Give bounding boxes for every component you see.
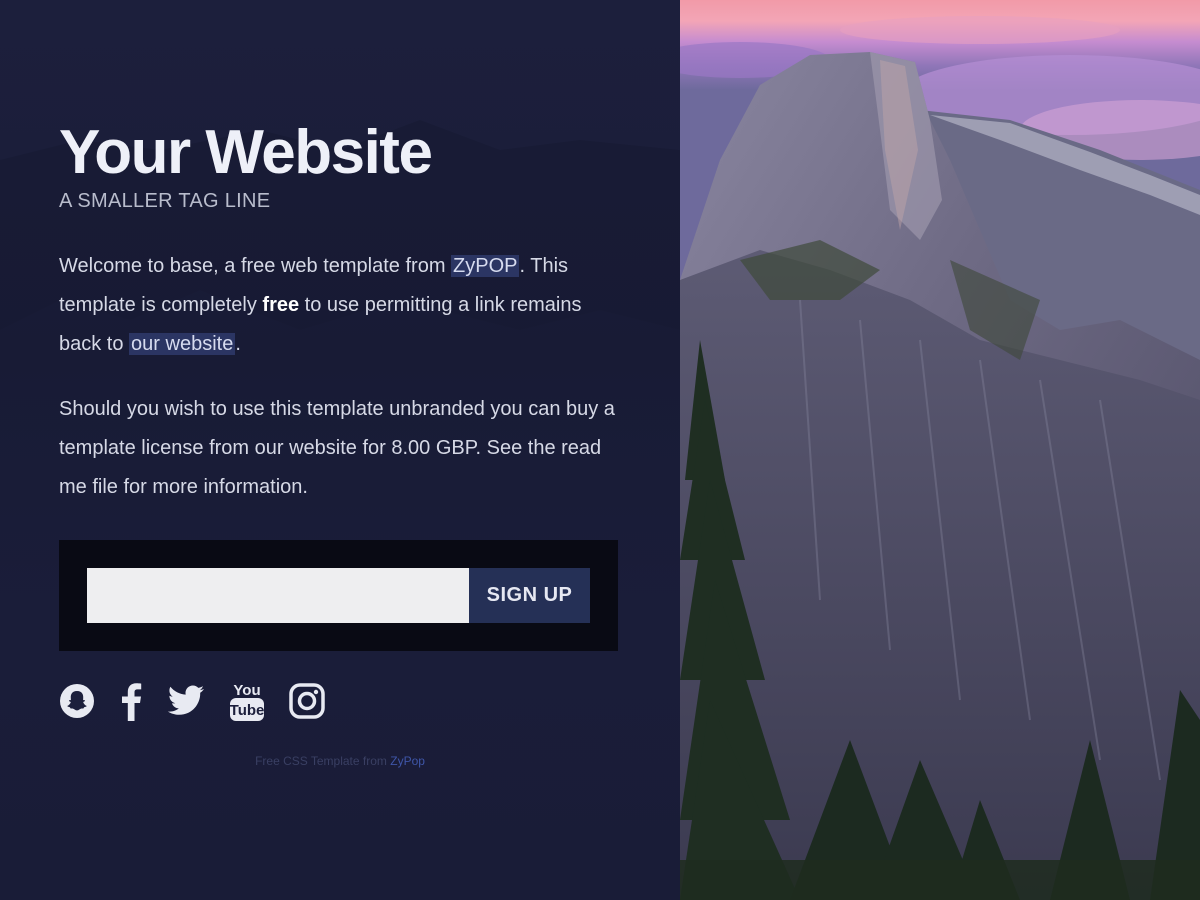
- site-tagline: A SMALLER TAG LINE: [59, 190, 271, 212]
- youtube-icon-text-bottom: Tube: [230, 702, 265, 719]
- signup-form: SIGN UP: [59, 540, 618, 651]
- hero-photo-half-dome: [680, 0, 1200, 900]
- left-panel: Your Website A SMALLER TAG LINE Welcome …: [0, 0, 680, 900]
- facebook-icon[interactable]: [119, 680, 143, 722]
- email-input[interactable]: [87, 568, 469, 623]
- instagram-icon[interactable]: [289, 680, 325, 722]
- snapchat-icon[interactable]: [59, 680, 95, 722]
- zypop-link[interactable]: ZyPOP: [451, 255, 520, 277]
- free-bold-text: free: [262, 294, 300, 316]
- mountain-photo-illustration: [680, 0, 1200, 900]
- sign-up-button[interactable]: SIGN UP: [469, 568, 590, 623]
- footer-zypop-link[interactable]: ZyPop: [390, 754, 425, 768]
- twitter-icon[interactable]: [167, 680, 205, 722]
- site-title: Your Website: [59, 118, 433, 187]
- intro-text-4: .: [235, 333, 241, 355]
- youtube-icon-text-top: You: [233, 682, 260, 699]
- license-paragraph: Should you wish to use this template unb…: [59, 398, 615, 498]
- footer-credit-text: Free CSS Template from: [255, 754, 391, 768]
- our-website-link[interactable]: our website: [129, 333, 236, 355]
- footer-credit: Free CSS Template from ZyPop: [0, 754, 680, 768]
- intro-text-1: Welcome to base, a free web template fro…: [59, 255, 452, 277]
- hero-content: Your Website A SMALLER TAG LINE Welcome …: [59, 118, 629, 507]
- youtube-icon[interactable]: You Tube: [229, 680, 265, 722]
- intro-paragraph: Welcome to base, a free web template fro…: [59, 247, 624, 364]
- social-links: You Tube: [59, 680, 349, 722]
